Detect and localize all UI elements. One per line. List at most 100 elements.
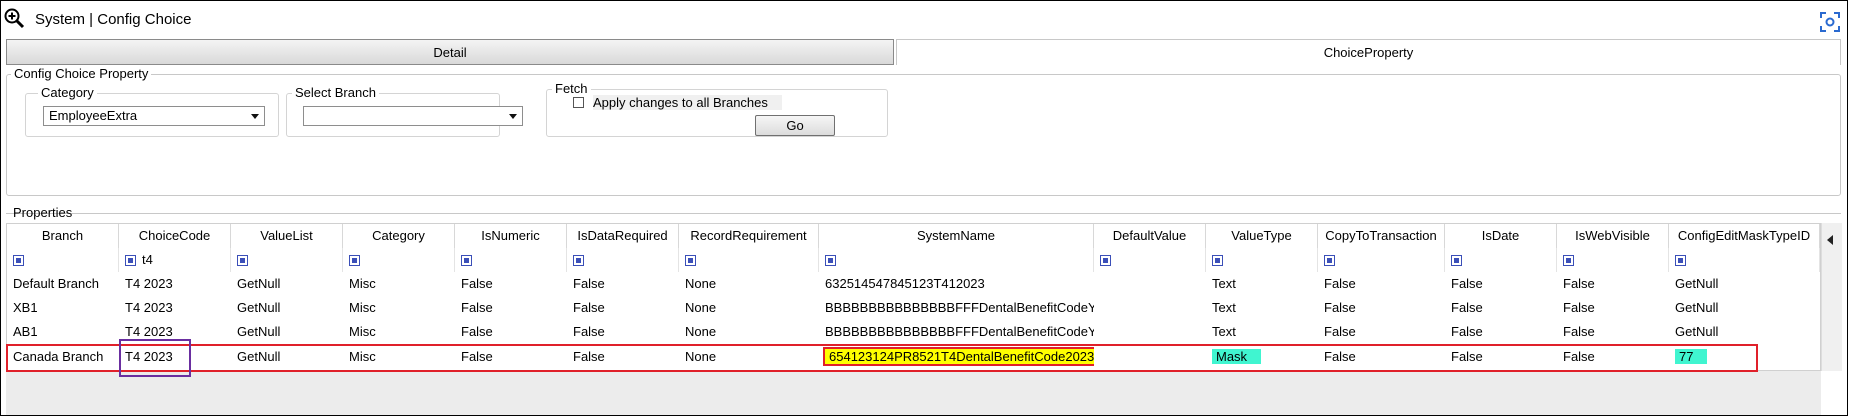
filter-cell-isdate[interactable] [1445, 248, 1557, 272]
focus-frame-icon[interactable] [1819, 11, 1841, 33]
cell-valuelist[interactable]: GetNull [231, 345, 343, 369]
column-header-isnumeric[interactable]: IsNumeric [455, 224, 567, 248]
cell-category[interactable]: Misc [343, 345, 455, 369]
column-header-systemname[interactable]: SystemName [819, 224, 1094, 248]
column-header-copytotransaction[interactable]: CopyToTransaction [1318, 224, 1445, 248]
cell-isdate[interactable]: False [1445, 345, 1557, 369]
filter-cell-branch[interactable] [7, 248, 119, 272]
cell-category[interactable]: Misc [343, 320, 455, 344]
cell-recordrequirement[interactable]: None [679, 296, 819, 320]
apply-all-branches-checkbox[interactable] [573, 97, 584, 108]
cell-systemname[interactable]: 654123124PR8521T4DentalBenefitCode2023 [819, 345, 1094, 369]
cell-isdatarequired[interactable]: False [567, 272, 679, 296]
cell-systemname[interactable]: BBBBBBBBBBBBBBBFFFDentalBenefitCodeYYYY [819, 296, 1094, 320]
column-header-valuetype[interactable]: ValueType [1206, 224, 1318, 248]
cell-copytotransaction[interactable]: False [1318, 272, 1445, 296]
cell-iswebvisible[interactable]: False [1557, 320, 1669, 344]
grid-scrollbar[interactable] [1821, 223, 1842, 371]
cell-isdatarequired[interactable]: False [567, 345, 679, 369]
filter-cell-recordrequirement[interactable] [679, 248, 819, 272]
cell-isdatarequired[interactable]: False [567, 320, 679, 344]
cell-branch[interactable]: Default Branch [7, 272, 119, 296]
cell-iswebvisible[interactable]: False [1557, 345, 1669, 369]
valuetype-highlight[interactable]: Mask [1212, 349, 1262, 364]
filter-cell-isnumeric[interactable] [455, 248, 567, 272]
filter-icon[interactable] [825, 255, 836, 267]
filter-icon[interactable] [461, 255, 472, 267]
cell-isdate[interactable]: False [1445, 272, 1557, 296]
column-header-defaultvalue[interactable]: DefaultValue [1094, 224, 1206, 248]
filter-icon[interactable] [1451, 255, 1462, 267]
filter-cell-systemname[interactable] [819, 248, 1094, 272]
filter-icon[interactable] [1324, 255, 1335, 267]
column-header-branch[interactable]: Branch [7, 224, 119, 248]
cell-category[interactable]: Misc [343, 296, 455, 320]
column-header-isdatarequired[interactable]: IsDataRequired [567, 224, 679, 248]
cell-copytotransaction[interactable]: False [1318, 320, 1445, 344]
cell-defaultvalue[interactable] [1094, 272, 1206, 296]
filter-icon[interactable] [13, 255, 24, 267]
cell-isdate[interactable]: False [1445, 320, 1557, 344]
cell-isdate[interactable]: False [1445, 296, 1557, 320]
cell-iswebvisible[interactable]: False [1557, 296, 1669, 320]
filter-icon[interactable] [237, 255, 248, 267]
cell-valuelist[interactable]: GetNull [231, 320, 343, 344]
cell-systemname[interactable]: 632514547845123T412023 [819, 272, 1094, 296]
cell-systemname[interactable]: BBBBBBBBBBBBBBBFFFDentalBenefitCodeYYYY [819, 320, 1094, 344]
tab-choiceproperty[interactable]: ChoiceProperty [896, 39, 1841, 65]
cell-configeditmasktypeid[interactable]: 77 [1669, 345, 1820, 369]
cell-recordrequirement[interactable]: None [679, 320, 819, 344]
cell-choicecode[interactable]: T4 2023 [119, 320, 231, 344]
filter-icon[interactable] [573, 255, 584, 267]
column-header-choicecode[interactable]: ChoiceCode [119, 224, 231, 248]
cell-choicecode[interactable]: T4 2023 [119, 272, 231, 296]
filter-cell-defaultvalue[interactable] [1094, 248, 1206, 272]
cell-branch[interactable]: XB1 [7, 296, 119, 320]
column-header-category[interactable]: Category [343, 224, 455, 248]
branch-select[interactable] [303, 106, 523, 126]
cell-isdatarequired[interactable]: False [567, 296, 679, 320]
scroll-left-arrow-icon[interactable] [1827, 235, 1833, 245]
masktypeid-highlight[interactable]: 77 [1675, 349, 1708, 364]
column-header-iswebvisible[interactable]: IsWebVisible [1557, 224, 1669, 248]
cell-defaultvalue[interactable] [1094, 296, 1206, 320]
cell-valuetype[interactable]: Text [1206, 272, 1318, 296]
filter-icon[interactable] [349, 255, 360, 267]
cell-valuetype[interactable]: Mask [1206, 345, 1318, 369]
cell-configeditmasktypeid[interactable]: GetNull [1669, 320, 1820, 344]
cell-valuetype[interactable]: Text [1206, 296, 1318, 320]
cell-iswebvisible[interactable]: False [1557, 272, 1669, 296]
table-row[interactable]: Default Branch T4 2023 GetNull Misc Fals… [7, 272, 1820, 296]
cell-valuelist[interactable]: GetNull [231, 272, 343, 296]
column-header-valuelist[interactable]: ValueList [231, 224, 343, 248]
cell-choicecode[interactable]: T4 2023 [119, 296, 231, 320]
cell-choicecode[interactable]: T4 2023 [119, 345, 231, 369]
systemname-highlight[interactable]: 654123124PR8521T4DentalBenefitCode2023 [822, 347, 1094, 366]
filter-cell-valuetype[interactable] [1206, 248, 1318, 272]
cell-isnumeric[interactable]: False [455, 272, 567, 296]
filter-cell-configeditmasktypeid[interactable] [1669, 248, 1820, 272]
cell-valuelist[interactable]: GetNull [231, 296, 343, 320]
filter-cell-choicecode[interactable]: t4 [119, 248, 231, 272]
cell-configeditmasktypeid[interactable]: GetNull [1669, 272, 1820, 296]
cell-configeditmasktypeid[interactable]: GetNull [1669, 296, 1820, 320]
column-header-isdate[interactable]: IsDate [1445, 224, 1557, 248]
filter-cell-category[interactable] [343, 248, 455, 272]
category-select[interactable]: EmployeeExtra [43, 106, 265, 126]
filter-choicecode-value[interactable]: t4 [142, 252, 153, 267]
tab-detail[interactable]: Detail [6, 39, 894, 65]
filter-icon[interactable] [1563, 255, 1574, 267]
table-row[interactable]: XB1 T4 2023 GetNull Misc False False Non… [7, 296, 1820, 320]
cell-isnumeric[interactable]: False [455, 345, 567, 369]
column-header-recordrequirement[interactable]: RecordRequirement [679, 224, 819, 248]
filter-icon[interactable] [1212, 255, 1223, 267]
cell-isnumeric[interactable]: False [455, 320, 567, 344]
cell-recordrequirement[interactable]: None [679, 272, 819, 296]
cell-valuetype[interactable]: Text [1206, 320, 1318, 344]
cell-branch[interactable]: AB1 [7, 320, 119, 344]
filter-cell-isdatarequired[interactable] [567, 248, 679, 272]
table-row-selected[interactable]: Canada Branch T4 2023 GetNull Misc False… [7, 344, 1820, 370]
cell-copytotransaction[interactable]: False [1318, 345, 1445, 369]
cell-category[interactable]: Misc [343, 272, 455, 296]
cell-defaultvalue[interactable] [1094, 345, 1206, 369]
